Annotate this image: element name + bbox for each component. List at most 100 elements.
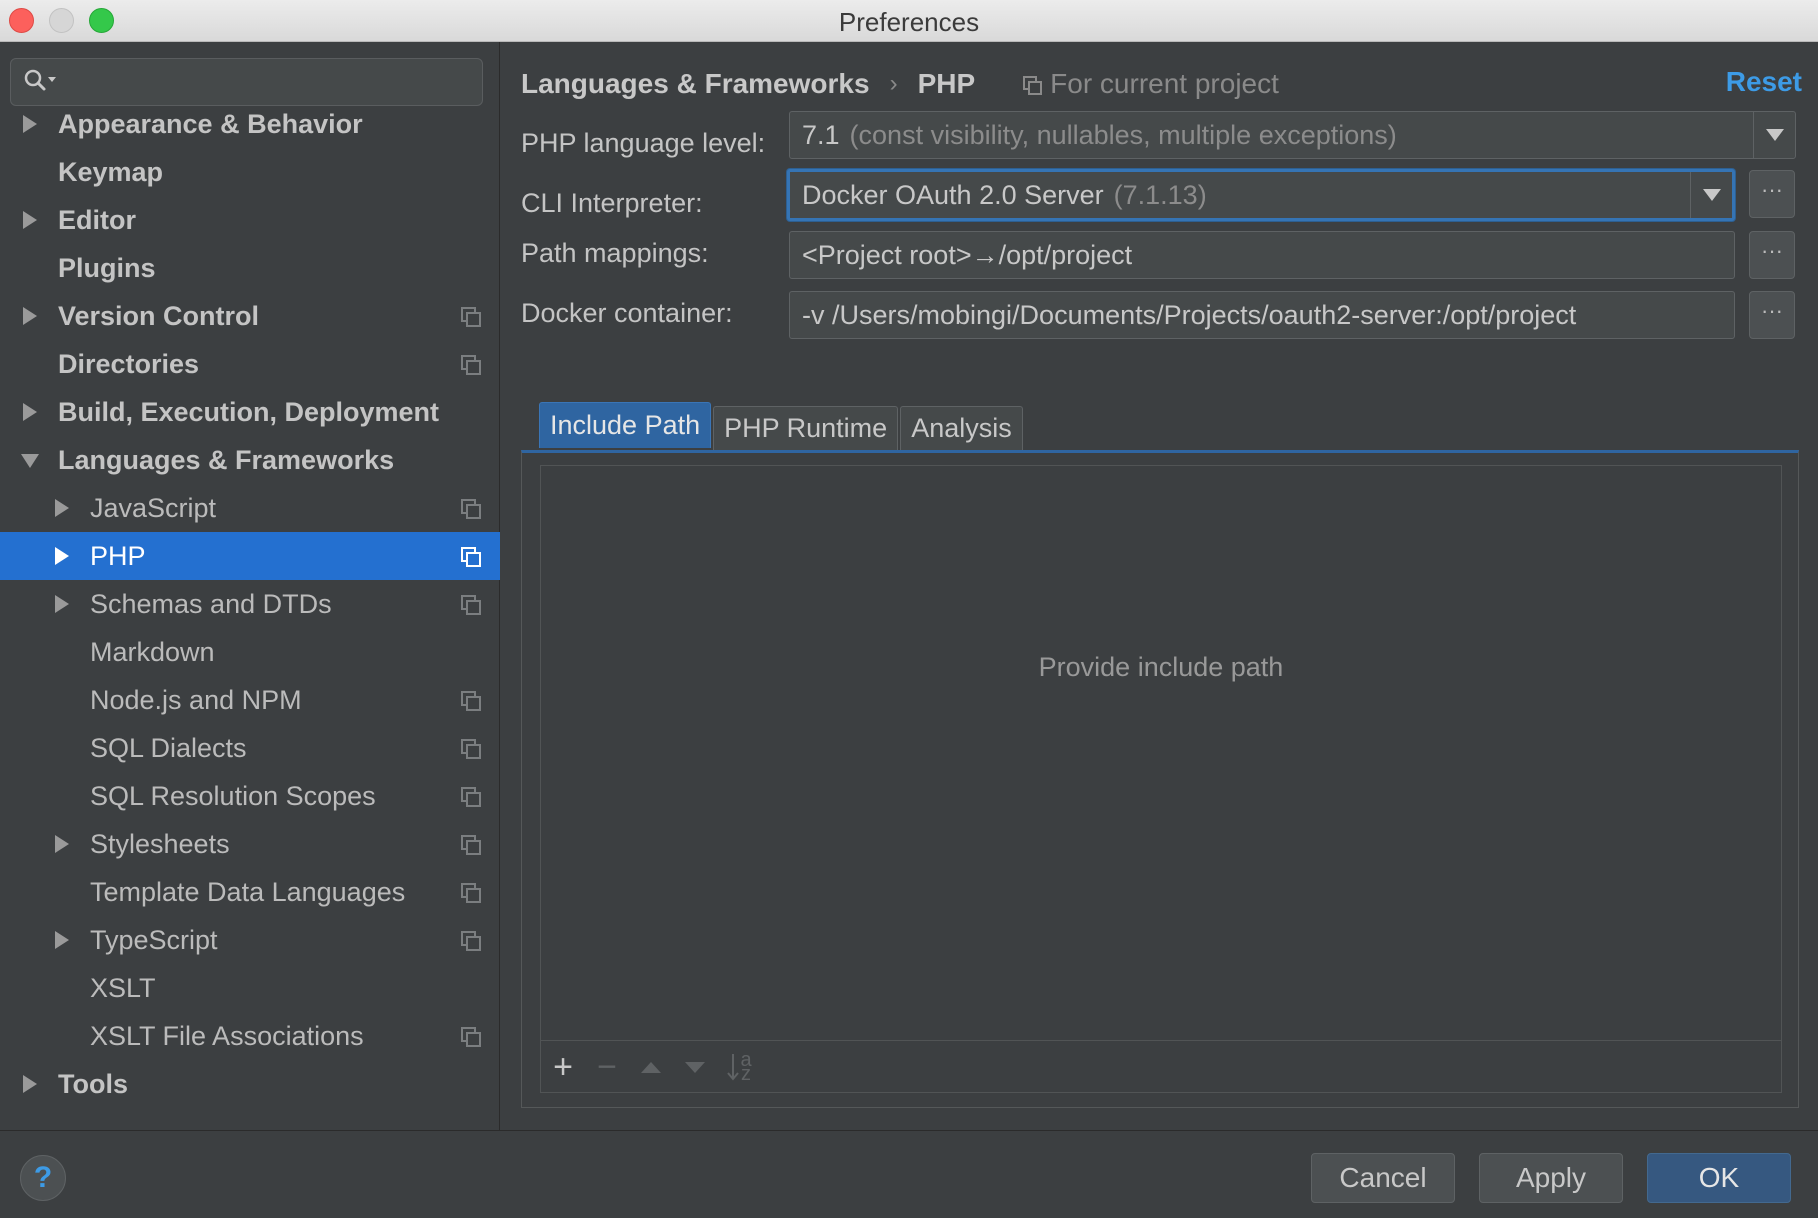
include-path-empty-text: Provide include path bbox=[1038, 652, 1284, 682]
sidebar-item-javascript[interactable]: JavaScript bbox=[0, 484, 500, 532]
sidebar-item-label: Keymap bbox=[58, 156, 164, 187]
apply-button[interactable]: Apply bbox=[1479, 1153, 1623, 1203]
help-button[interactable]: ? bbox=[20, 1155, 66, 1201]
sidebar-item-label: XSLT bbox=[90, 972, 156, 1003]
sidebar-item-xslt[interactable]: XSLT bbox=[0, 964, 500, 1012]
sidebar-item-schemas-and-dtds[interactable]: Schemas and DTDs bbox=[0, 580, 500, 628]
sidebar-item-sql-dialects[interactable]: SQL Dialects bbox=[0, 724, 500, 772]
chevron-down-icon[interactable] bbox=[1690, 172, 1732, 218]
chevron-right-icon[interactable] bbox=[55, 835, 69, 853]
sidebar-item-label: Editor bbox=[58, 204, 136, 235]
sidebar-item-stylesheets[interactable]: Stylesheets bbox=[0, 820, 500, 868]
remove-path-button[interactable]: − bbox=[589, 1047, 625, 1086]
sidebar-item-typescript[interactable]: TypeScript bbox=[0, 916, 500, 964]
project-settings-icon bbox=[461, 595, 481, 615]
cli-interpreter-label: CLI Interpreter: bbox=[521, 188, 703, 218]
chevron-right-icon[interactable] bbox=[55, 499, 69, 517]
chevron-right-icon[interactable] bbox=[55, 931, 69, 949]
sidebar-item-markdown[interactable]: Markdown bbox=[0, 628, 500, 676]
chevron-right-icon[interactable] bbox=[23, 211, 37, 229]
cli-interpreter-select[interactable]: Docker OAuth 2.0 Server (7.1.13) bbox=[787, 169, 1735, 221]
php-language-level-select[interactable]: 7.1 (const visibility, nullables, multip… bbox=[789, 111, 1796, 159]
tab-php-runtime[interactable]: PHP Runtime bbox=[713, 406, 899, 450]
docker-container-field[interactable]: -v /Users/mobingi/Documents/Projects/oau… bbox=[789, 291, 1735, 339]
settings-sidebar: Appearance & Behavior Keymap Editor Plugins… bbox=[0, 42, 500, 1130]
chevron-right-icon[interactable] bbox=[23, 307, 37, 325]
dialog-footer: ? Cancel Apply OK bbox=[0, 1130, 1818, 1218]
project-scope-indicator: For current project bbox=[1023, 68, 1279, 100]
project-settings-icon bbox=[461, 931, 481, 951]
sidebar-item-label: Stylesheets bbox=[90, 828, 230, 859]
cli-interpreter-value: Docker OAuth 2.0 Server bbox=[802, 179, 1104, 210]
sidebar-item-label: Schemas and DTDs bbox=[90, 588, 332, 619]
title-bar: Preferences bbox=[0, 0, 1818, 42]
sidebar-item-tools[interactable]: Tools bbox=[0, 1060, 500, 1108]
sidebar-item-editor[interactable]: Editor bbox=[0, 196, 500, 244]
docker-container-value: -v /Users/mobingi/Documents/Projects/oau… bbox=[802, 299, 1577, 330]
path-mappings-value: <Project root>→/opt/project bbox=[802, 239, 1133, 270]
chevron-right-icon[interactable] bbox=[55, 547, 69, 565]
settings-search-input[interactable] bbox=[10, 58, 483, 106]
chevron-down-icon[interactable] bbox=[21, 454, 39, 468]
path-mappings-browse-button[interactable]: ··· bbox=[1749, 231, 1795, 279]
sidebar-item-template-data-languages[interactable]: Template Data Languages bbox=[0, 868, 500, 916]
breadcrumb: Languages & Frameworks › PHP For current… bbox=[521, 64, 1279, 104]
sidebar-item-appearance-behavior[interactable]: Appearance & Behavior bbox=[0, 100, 500, 148]
sidebar-item-label: Node.js and NPM bbox=[90, 684, 302, 715]
tab-include-path[interactable]: Include Path bbox=[539, 402, 712, 448]
add-path-button[interactable]: + bbox=[545, 1047, 581, 1086]
minus-icon: − bbox=[597, 1047, 617, 1086]
path-mappings-field[interactable]: <Project root>→/opt/project bbox=[789, 231, 1735, 279]
sidebar-item-xslt-file-associations[interactable]: XSLT File Associations bbox=[0, 1012, 500, 1060]
sidebar-item-label: JavaScript bbox=[90, 492, 217, 523]
breadcrumb-parent: Languages & Frameworks bbox=[521, 68, 870, 99]
sidebar-item-directories[interactable]: Directories bbox=[0, 340, 500, 388]
reset-link[interactable]: Reset bbox=[1726, 66, 1802, 98]
sidebar-item-label: Appearance & Behavior bbox=[58, 108, 363, 139]
php-language-level-value: 7.1 bbox=[802, 119, 840, 150]
php-language-level-label: PHP language level: bbox=[521, 128, 766, 158]
project-settings-icon bbox=[461, 307, 481, 327]
include-path-list[interactable]: Provide include path + − a z bbox=[540, 465, 1782, 1093]
project-settings-icon bbox=[461, 835, 481, 855]
ok-button[interactable]: OK bbox=[1647, 1153, 1791, 1203]
sidebar-item-languages-frameworks[interactable]: Languages & Frameworks bbox=[0, 436, 500, 484]
help-icon: ? bbox=[33, 1161, 53, 1194]
sidebar-item-label: TypeScript bbox=[90, 924, 218, 955]
chevron-right-icon[interactable] bbox=[23, 403, 37, 421]
breadcrumb-current: PHP bbox=[917, 68, 976, 99]
sort-button[interactable]: a z bbox=[721, 1049, 757, 1085]
project-settings-icon bbox=[461, 787, 481, 807]
sort-alpha-bottom: z bbox=[741, 1063, 751, 1085]
chevron-right-icon[interactable] bbox=[23, 115, 37, 133]
sidebar-item-sql-resolution-scopes[interactable]: SQL Resolution Scopes bbox=[0, 772, 500, 820]
cancel-button[interactable]: Cancel bbox=[1311, 1153, 1455, 1203]
project-settings-icon bbox=[461, 1027, 481, 1047]
cli-interpreter-browse-button[interactable]: ··· bbox=[1749, 170, 1795, 218]
move-up-button[interactable] bbox=[633, 1049, 669, 1085]
include-path-panel: Provide include path + − a z bbox=[521, 450, 1799, 1108]
project-settings-icon bbox=[1023, 75, 1043, 95]
sidebar-item-label: PHP bbox=[90, 540, 146, 571]
sidebar-item-label: Template Data Languages bbox=[90, 876, 406, 907]
project-scope-label: For current project bbox=[1050, 68, 1279, 99]
sidebar-item-node-js-and-npm[interactable]: Node.js and NPM bbox=[0, 676, 500, 724]
project-settings-icon bbox=[461, 883, 481, 903]
move-down-button[interactable] bbox=[677, 1049, 713, 1085]
sidebar-item-php[interactable]: PHP bbox=[0, 532, 500, 580]
sidebar-item-build-execution-deployment[interactable]: Build, Execution, Deployment bbox=[0, 388, 500, 436]
project-settings-icon bbox=[461, 691, 481, 711]
docker-container-browse-button[interactable]: ··· bbox=[1749, 291, 1795, 339]
project-settings-icon bbox=[461, 739, 481, 759]
chevron-right-icon[interactable] bbox=[23, 1075, 37, 1093]
chevron-down-icon[interactable] bbox=[1753, 112, 1795, 158]
tab-analysis[interactable]: Analysis bbox=[900, 406, 1023, 450]
sidebar-item-version-control[interactable]: Version Control bbox=[0, 292, 500, 340]
sidebar-item-keymap[interactable]: Keymap bbox=[0, 148, 500, 196]
search-icon bbox=[24, 69, 56, 91]
sidebar-item-label: Build, Execution, Deployment bbox=[58, 396, 440, 427]
project-settings-icon bbox=[461, 499, 481, 519]
sidebar-item-plugins[interactable]: Plugins bbox=[0, 244, 500, 292]
plus-icon: + bbox=[553, 1047, 573, 1086]
chevron-right-icon[interactable] bbox=[55, 595, 69, 613]
